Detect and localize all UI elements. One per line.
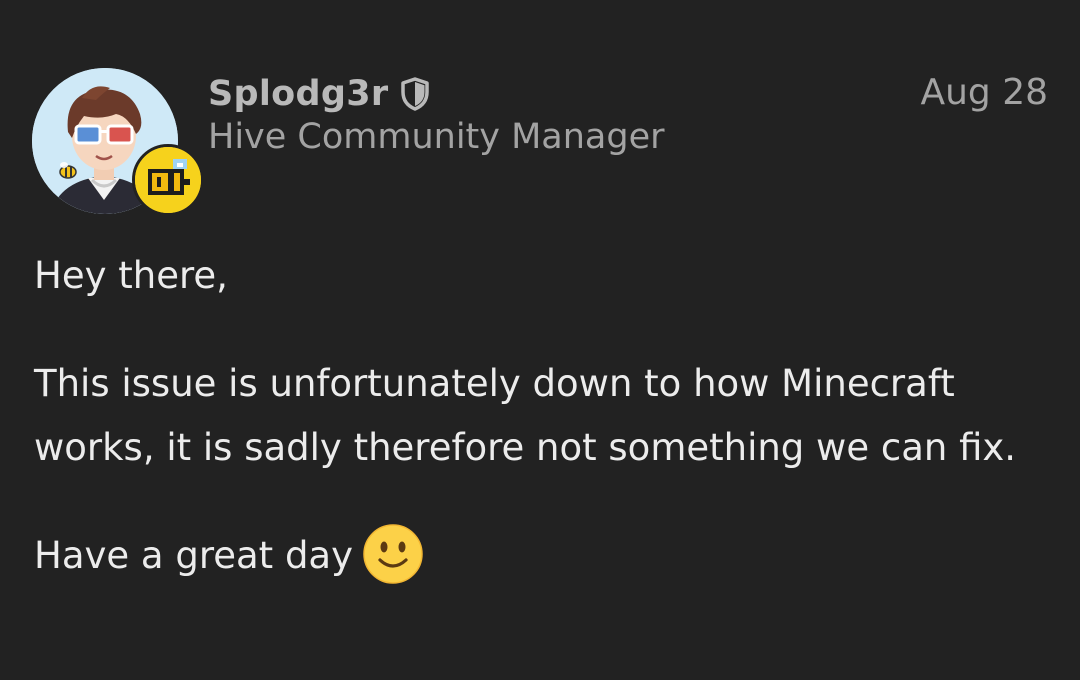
author-avatar-group[interactable]	[32, 68, 204, 220]
post-date[interactable]: Aug 28	[920, 72, 1048, 113]
slightly-smiling-face-icon	[363, 523, 423, 584]
post-body: Hey there, This issue is unfortunately d…	[34, 244, 1054, 632]
shield-icon	[400, 77, 430, 111]
post-message: This issue is unfortunately down to how …	[34, 362, 1017, 469]
post-signoff-line: Have a great day	[34, 523, 1054, 588]
author-title: Hive Community Manager	[208, 117, 665, 157]
post-greeting: Hey there,	[34, 254, 228, 297]
forum-post: Splodg3r Hive Community Manager Aug 28 H…	[0, 0, 1080, 680]
post-signoff: Have a great day	[34, 534, 353, 577]
author-name-row: Splodg3r	[208, 70, 430, 118]
bee-pixel-badge-icon	[132, 144, 204, 216]
author-username[interactable]: Splodg3r	[208, 74, 388, 114]
